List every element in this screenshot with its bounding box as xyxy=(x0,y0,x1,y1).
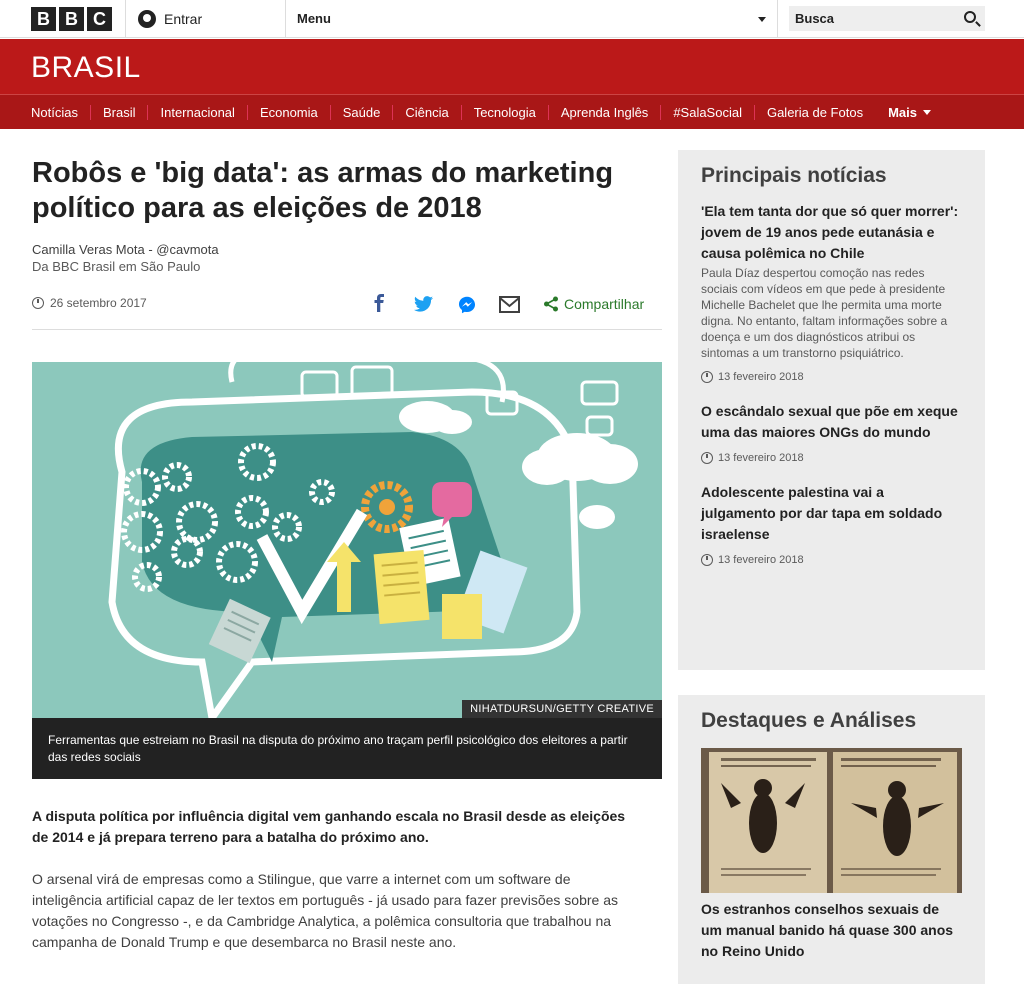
story-title[interactable]: O escândalo sexual que põe em xeque uma … xyxy=(701,403,958,440)
story-date-text: 13 fevereiro 2018 xyxy=(718,452,804,464)
nav-item-galeria-de-fotos[interactable]: Galeria de Fotos xyxy=(755,105,875,120)
divider xyxy=(125,0,126,38)
bbc-logo-letter: C xyxy=(87,7,112,31)
facebook-share-button[interactable] xyxy=(373,294,385,317)
story-title[interactable]: Adolescente palestina vai a julgamento p… xyxy=(701,484,942,542)
brand-title[interactable]: BRASIL xyxy=(31,51,141,85)
story-date: 13 fevereiro 2018 xyxy=(701,452,962,464)
search-input[interactable] xyxy=(795,11,955,26)
story-date-text: 13 fevereiro 2018 xyxy=(718,371,804,383)
big-data-illustration xyxy=(32,362,662,718)
story-date: 13 fevereiro 2018 xyxy=(701,371,962,383)
messenger-icon xyxy=(458,296,476,314)
clock-icon xyxy=(701,554,713,566)
menu-button[interactable]: Menu xyxy=(297,11,331,26)
divider xyxy=(285,0,286,38)
article-body: O arsenal virá de empresas como a Stilin… xyxy=(32,871,618,950)
top-story-item[interactable]: Adolescente palestina vai a julgamento p… xyxy=(678,482,985,566)
image-caption: Ferramentas que estreiam no Brasil na di… xyxy=(32,718,662,779)
main-nav: Notícias Brasil Internacional Economia S… xyxy=(0,94,1024,129)
top-story-item[interactable]: O escândalo sexual que põe em xeque uma … xyxy=(678,401,985,464)
user-icon xyxy=(138,10,156,28)
nav-item-tecnologia[interactable]: Tecnologia xyxy=(462,104,549,120)
top-stories-panel: Principais notícias 'Ela tem tanta dor q… xyxy=(678,150,985,670)
nav-item-salasocial[interactable]: #SalaSocial xyxy=(661,104,755,120)
article-lead: A disputa política por influência digita… xyxy=(32,808,626,845)
clock-icon xyxy=(32,297,44,309)
nav-more-button[interactable]: Mais xyxy=(875,105,931,120)
top-stories-title: Principais notícias xyxy=(701,164,887,187)
old-book-illustration xyxy=(701,748,962,893)
brand-header: BRASIL xyxy=(0,39,1024,94)
bbc-logo-letter: B xyxy=(31,7,56,31)
features-title: Destaques e Análises xyxy=(701,709,917,732)
story-title[interactable]: 'Ela tem tanta dor que só quer morrer': … xyxy=(701,203,958,261)
story-title[interactable]: Os estranhos conselhos sexuais de um man… xyxy=(701,901,953,959)
divider xyxy=(32,329,662,330)
nav-item-noticias[interactable]: Notícias xyxy=(19,104,91,120)
image-credit: NIHATDURSUN/GETTY CREATIVE xyxy=(462,700,662,718)
nav-item-aprenda-ingles[interactable]: Aprenda Inglês xyxy=(549,104,662,120)
clock-icon xyxy=(701,452,713,464)
signin-link[interactable]: Entrar xyxy=(138,10,202,28)
features-panel: Destaques e Análises Os estranhos consel… xyxy=(678,695,985,984)
nav-item-internacional[interactable]: Internacional xyxy=(148,104,248,120)
top-bar: B B C Entrar Menu xyxy=(0,0,1024,38)
article-date: 26 setembro 2017 xyxy=(32,296,147,310)
bbc-logo-letter: B xyxy=(59,7,84,31)
article-author: Camilla Veras Mota - @cavmota xyxy=(32,242,219,257)
feature-story-item[interactable]: Os estranhos conselhos sexuais de um man… xyxy=(678,899,985,962)
nav-more-label: Mais xyxy=(888,104,917,120)
chevron-down-icon xyxy=(922,109,931,115)
article-hero-image: NIHATDURSUN/GETTY CREATIVE xyxy=(32,362,662,718)
chevron-down-icon xyxy=(758,17,766,22)
story-date-text: 13 fevereiro 2018 xyxy=(718,554,804,566)
share-icon xyxy=(544,296,558,312)
bbc-logo[interactable]: B B C xyxy=(31,7,112,31)
feature-image[interactable] xyxy=(701,748,962,893)
email-icon xyxy=(499,296,520,313)
messenger-share-button[interactable] xyxy=(458,296,476,319)
share-button[interactable]: Compartilhar xyxy=(543,296,644,312)
article-headline: Robôs e 'big data': as armas do marketin… xyxy=(32,157,614,224)
story-date: 13 fevereiro 2018 xyxy=(701,554,962,566)
search-icon[interactable] xyxy=(964,11,976,23)
nav-item-brasil[interactable]: Brasil xyxy=(91,104,149,120)
twitter-share-button[interactable] xyxy=(414,296,433,317)
article-date-text: 26 setembro 2017 xyxy=(50,296,147,310)
signin-label: Entrar xyxy=(164,11,203,27)
share-label: Compartilhar xyxy=(564,296,645,312)
email-share-button[interactable] xyxy=(499,296,520,318)
article-location: Da BBC Brasil em São Paulo xyxy=(32,259,201,274)
search-box xyxy=(789,6,985,31)
nav-item-ciencia[interactable]: Ciência xyxy=(393,104,462,120)
story-summary: Paula Díaz despertou comoção nas redes s… xyxy=(701,266,948,360)
nav-item-economia[interactable]: Economia xyxy=(248,104,331,120)
facebook-icon xyxy=(374,294,384,312)
clock-icon xyxy=(701,371,713,383)
twitter-icon xyxy=(414,296,433,312)
nav-item-saude[interactable]: Saúde xyxy=(331,104,394,120)
divider xyxy=(777,0,778,38)
top-story-item[interactable]: 'Ela tem tanta dor que só quer morrer': … xyxy=(678,201,985,383)
